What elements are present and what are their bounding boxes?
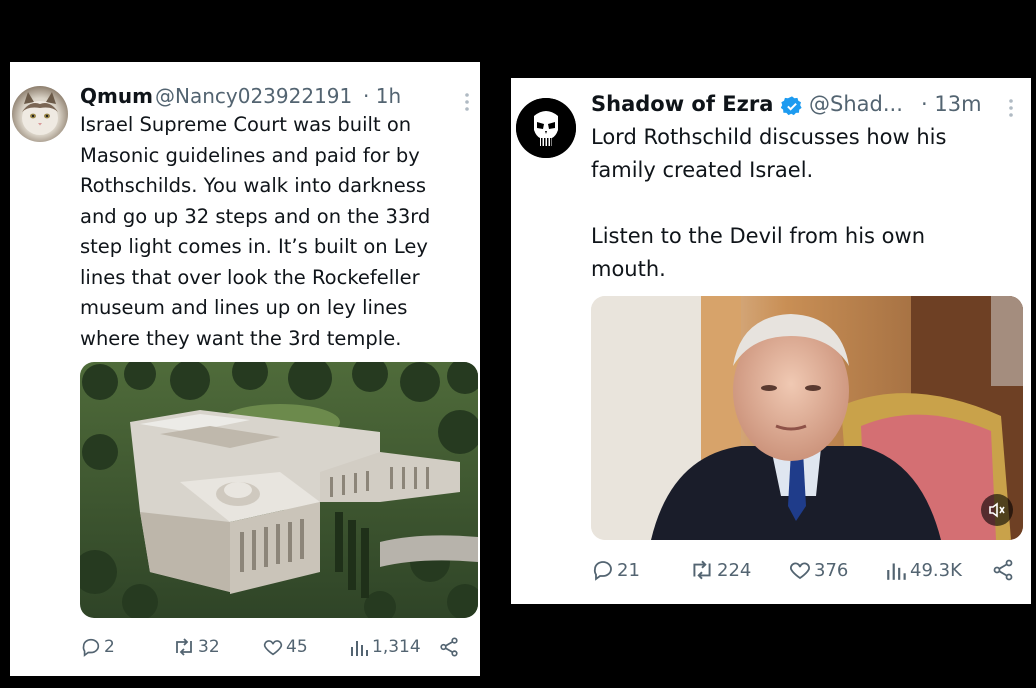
reply-icon [591, 558, 615, 582]
reply-button[interactable]: 21 [591, 558, 640, 582]
author-name[interactable]: Shadow of Ezra [591, 92, 773, 116]
share-button[interactable] [991, 558, 1015, 582]
share-icon [438, 636, 460, 658]
views-count: 49.3K [910, 559, 962, 581]
supreme-court-photo[interactable] [80, 362, 478, 618]
repost-count: 224 [717, 559, 752, 581]
author-handle[interactable]: @Nancy023922191 [155, 84, 352, 108]
tweet-actions: 21 224 376 49.3K [591, 556, 1023, 586]
repost-button[interactable]: 32 [172, 636, 220, 658]
author-name[interactable]: Qmum [80, 84, 153, 108]
tweet-time[interactable]: · 1h [363, 84, 401, 108]
like-button[interactable]: 45 [262, 636, 308, 658]
like-count: 376 [814, 559, 849, 581]
heart-icon [262, 636, 284, 658]
author-handle[interactable]: @Shad... [809, 92, 903, 116]
share-button[interactable] [438, 636, 460, 658]
repost-icon [172, 636, 196, 658]
views-icon [886, 558, 908, 582]
tweet-time[interactable]: · 13m [921, 92, 982, 116]
views-button[interactable]: 1,314 [350, 636, 421, 658]
punisher-skull-icon[interactable] [516, 98, 576, 158]
tweet-actions: 2 32 45 1,314 [80, 634, 478, 664]
right-tweet-card[interactable]: Shadow of Ezra @Shad... · 13m Lord Roths… [511, 78, 1031, 604]
video-player[interactable] [591, 296, 1023, 540]
reply-count: 2 [104, 637, 115, 657]
reply-count: 21 [617, 559, 640, 581]
views-icon [350, 636, 370, 658]
views-button[interactable]: 49.3K [886, 558, 962, 582]
heart-icon [788, 558, 812, 582]
like-count: 45 [286, 637, 308, 657]
left-tweet-card[interactable]: Qmum @Nancy023922191 · 1h Israel Supreme… [10, 62, 480, 676]
share-icon [991, 558, 1015, 582]
repost-button[interactable]: 224 [689, 558, 751, 582]
repost-icon [689, 558, 715, 582]
cat-avatar-icon[interactable] [12, 86, 68, 142]
more-options-icon[interactable] [1008, 98, 1014, 118]
reply-icon [80, 636, 102, 658]
tweet-text: Israel Supreme Court was built on Masoni… [80, 113, 431, 350]
like-button[interactable]: 376 [788, 558, 848, 582]
views-count: 1,314 [372, 637, 421, 657]
mute-toggle-icon[interactable] [981, 494, 1013, 526]
repost-count: 32 [198, 637, 220, 657]
more-options-icon[interactable] [464, 92, 470, 112]
verified-badge-icon [780, 95, 803, 117]
tweet-text: Lord Rothschild discusses how his family… [591, 125, 947, 281]
reply-button[interactable]: 2 [80, 636, 115, 658]
